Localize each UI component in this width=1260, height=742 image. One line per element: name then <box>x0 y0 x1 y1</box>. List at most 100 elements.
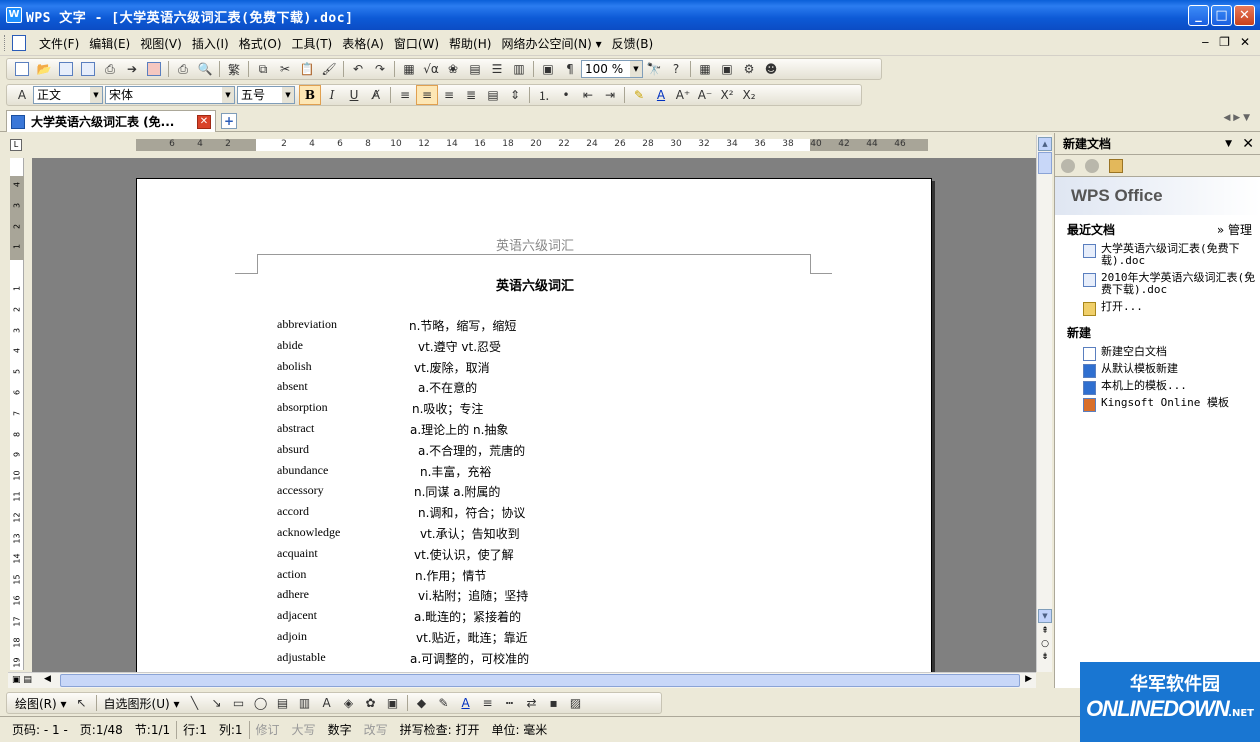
draw-menu[interactable]: 绘图(R) ▾ <box>11 695 71 712</box>
line-style-icon[interactable]: ≡ <box>477 693 499 713</box>
document-page[interactable]: 英语六级词汇 英语六级词汇 abbreviation n.节略，缩写，缩短 abid… <box>136 178 932 672</box>
format-painter-icon[interactable]: 🖌 <box>318 59 340 79</box>
forward-icon[interactable] <box>1085 158 1099 173</box>
menu-edit[interactable]: 编辑(E) <box>84 35 135 52</box>
menu-table[interactable]: 表格(A) <box>337 35 389 52</box>
status-revise[interactable]: 修订 <box>250 721 286 738</box>
horizontal-scrollbar[interactable]: ▣ ▤ ◀ ▶ <box>8 672 1036 688</box>
image-icon[interactable]: ❀ <box>442 59 464 79</box>
redo-icon[interactable]: ↷ <box>369 59 391 79</box>
view-mode-icons[interactable]: ▣ ▤ <box>12 675 32 685</box>
find-icon[interactable]: 🔭 <box>643 59 665 79</box>
arrow-icon[interactable]: ↘ <box>206 693 228 713</box>
ellipse-icon[interactable]: ◯ <box>250 693 272 713</box>
3d-icon[interactable]: ▨ <box>565 693 587 713</box>
minimize-button[interactable]: _ <box>1188 5 1209 26</box>
bullets-icon[interactable]: • <box>555 85 577 105</box>
document-icon[interactable] <box>12 35 26 51</box>
open-folder-icon[interactable]: 📂 <box>33 59 55 79</box>
help-icon[interactable]: ? <box>665 59 687 79</box>
preview-icon[interactable]: 🔍 <box>194 59 216 79</box>
menu-insert[interactable]: 插入(I) <box>187 35 234 52</box>
line-icon[interactable]: ╲ <box>184 693 206 713</box>
menu-tools[interactable]: 工具(T) <box>287 35 338 52</box>
tools-icon[interactable]: ⚙ <box>738 59 760 79</box>
status-spellcheck[interactable]: 拼写检查: 打开 <box>394 721 486 738</box>
office-assistant-icon[interactable]: ☻ <box>760 59 782 79</box>
undo-icon[interactable]: ↶ <box>347 59 369 79</box>
font-effect-icon[interactable]: A̸ <box>365 85 387 105</box>
textbox-icon[interactable]: ▤ <box>272 693 294 713</box>
send-icon[interactable]: ➔ <box>121 59 143 79</box>
align-right-icon[interactable]: ≡ <box>438 85 460 105</box>
new-blank-doc[interactable]: 新建空白文档 <box>1055 346 1260 361</box>
pane-close-icon[interactable]: ✕ <box>1242 133 1254 155</box>
vertical-scrollbar[interactable]: ▲ ▼ ⇞ ○ ⇟ <box>1036 135 1052 672</box>
menu-network-office[interactable]: 网络办公空间(N) ▾ <box>496 35 606 52</box>
print-preview-icon[interactable]: ⎙ <box>99 59 121 79</box>
doc-minimize-icon[interactable]: ‒ <box>1202 35 1210 49</box>
copy-icon[interactable]: ⧉ <box>252 59 274 79</box>
diagram-icon[interactable]: ◈ <box>338 693 360 713</box>
recent-doc-2[interactable]: 2010年大学英语六级词汇表(免费下载).doc <box>1055 272 1260 296</box>
hscroll-thumb[interactable] <box>60 674 1020 687</box>
select-pointer-icon[interactable]: ↖ <box>71 693 93 713</box>
traditional-chinese-icon[interactable]: 繁 <box>223 59 245 79</box>
menu-grip[interactable] <box>4 35 7 51</box>
scroll-right-icon[interactable]: ▶ <box>1025 674 1032 684</box>
autoshape-menu[interactable]: 自选图形(U) ▾ <box>100 695 184 712</box>
formula-icon[interactable]: √α <box>420 59 442 79</box>
maximize-button[interactable]: □ <box>1211 5 1232 26</box>
menu-view[interactable]: 视图(V) <box>135 35 187 52</box>
tab-stop-selector[interactable]: L <box>10 139 22 151</box>
italic-button[interactable]: I <box>321 85 343 105</box>
new-document-icon[interactable] <box>11 59 33 79</box>
grow-font-icon[interactable]: A⁺ <box>672 85 694 105</box>
styles-icon[interactable]: A <box>11 85 33 105</box>
vertical-ruler[interactable]: 4 3 2 1 1 2 3 4 5 6 7 8 9 10 11 12 13 14 15 16 17 18 19 <box>10 158 24 670</box>
save-as-icon[interactable] <box>77 59 99 79</box>
status-overwrite[interactable]: 改写 <box>358 721 394 738</box>
browse-object-icons[interactable]: ⇞ ○ ⇟ <box>1039 625 1051 664</box>
back-icon[interactable] <box>1061 158 1075 173</box>
align-center-icon[interactable]: ≡ <box>416 85 438 105</box>
document-map-icon[interactable]: ▣ <box>537 59 559 79</box>
paste-icon[interactable]: 📋 <box>296 59 318 79</box>
font-size-select[interactable]: 五号 ▼ <box>237 86 295 104</box>
close-button[interactable]: ✕ <box>1234 5 1255 26</box>
wps-app-icon[interactable]: W <box>6 7 22 23</box>
dash-style-icon[interactable]: ┅ <box>499 693 521 713</box>
picture-icon[interactable]: ▣ <box>382 693 404 713</box>
home-icon[interactable] <box>1109 158 1123 173</box>
menu-format[interactable]: 格式(O) <box>234 35 287 52</box>
rectangle-icon[interactable]: ▭ <box>228 693 250 713</box>
tab-scroll-icons[interactable]: ◀ ▶ ▼ <box>1224 113 1251 123</box>
superscript-icon[interactable]: X² <box>716 85 738 105</box>
arrow-style-icon[interactable]: ⇄ <box>521 693 543 713</box>
new-tab-icon[interactable]: + <box>221 113 237 129</box>
show-marks-icon[interactable]: ¶ <box>559 59 581 79</box>
insert-table-icon[interactable]: ▦ <box>398 59 420 79</box>
bold-button[interactable]: B <box>299 85 321 105</box>
vertical-textbox-icon[interactable]: ▥ <box>294 693 316 713</box>
shrink-font-icon[interactable]: A⁻ <box>694 85 716 105</box>
numbering-icon[interactable]: ⒈ <box>533 85 555 105</box>
clipart-icon[interactable]: ✿ <box>360 693 382 713</box>
local-templates[interactable]: 本机上的模板... <box>1055 380 1260 395</box>
font-color-icon[interactable]: A <box>650 85 672 105</box>
menu-help[interactable]: 帮助(H) <box>444 35 496 52</box>
doc-restore-icon[interactable]: ❐ <box>1219 35 1230 49</box>
line-spacing-icon[interactable]: ⇕ <box>504 85 526 105</box>
cut-icon[interactable]: ✂ <box>274 59 296 79</box>
shadow-icon[interactable]: ▪ <box>543 693 565 713</box>
manage-link[interactable]: » 管理 <box>1217 221 1252 238</box>
wordart-icon[interactable]: A <box>316 693 338 713</box>
decrease-indent-icon[interactable]: ⇤ <box>577 85 599 105</box>
font-select[interactable]: 宋体 ▼ <box>105 86 235 104</box>
line-color-icon[interactable]: ✎ <box>433 693 455 713</box>
draw-font-color-icon[interactable]: A <box>455 693 477 713</box>
print-icon[interactable]: ⎙ <box>172 59 194 79</box>
zoom-select[interactable]: 100 % ▼ <box>581 60 643 78</box>
fill-color-icon[interactable]: ◆ <box>411 693 433 713</box>
table-lines-icon[interactable]: ☰ <box>486 59 508 79</box>
